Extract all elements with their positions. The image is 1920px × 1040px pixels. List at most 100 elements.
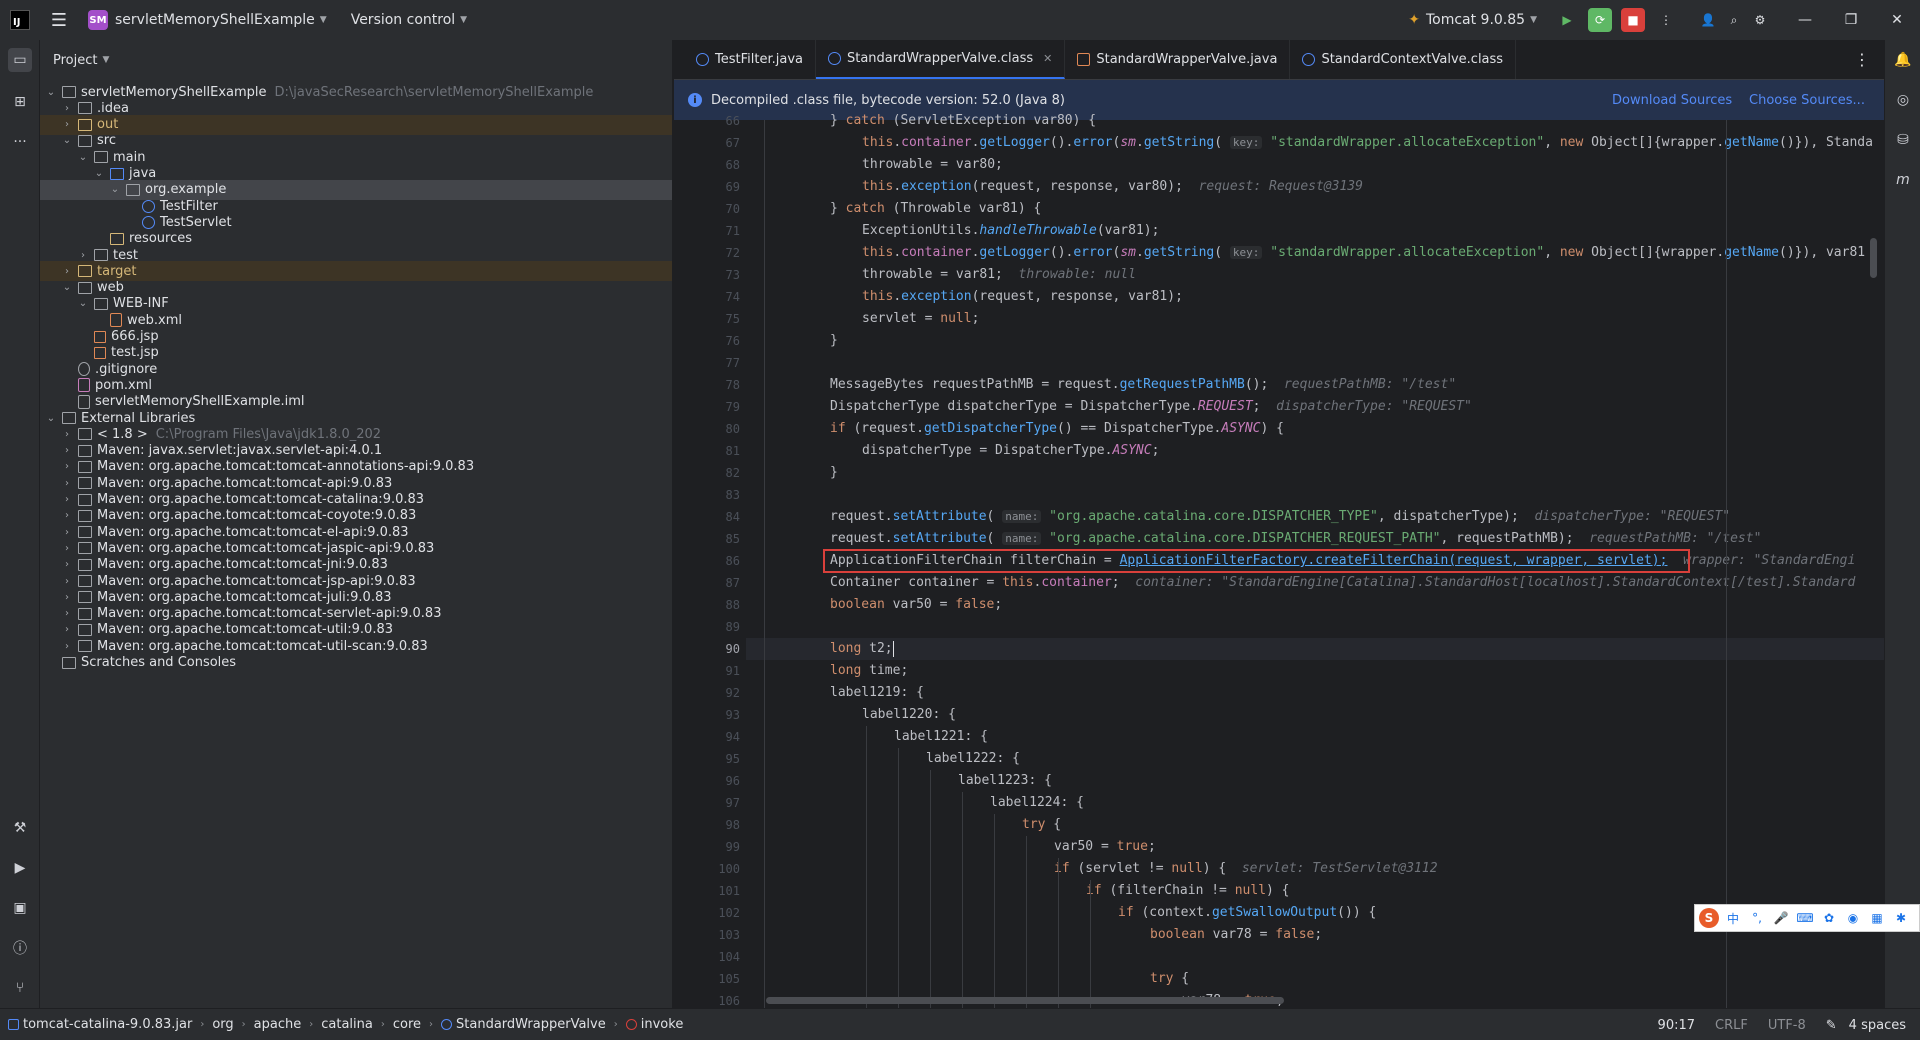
chevron-right-icon[interactable]: › (60, 119, 74, 130)
chevron-right-icon[interactable]: › (60, 592, 74, 603)
line-number[interactable]: 95 (674, 748, 746, 770)
chevron-right-icon[interactable]: › (60, 429, 74, 440)
services-tool-icon[interactable]: ▶ (8, 856, 32, 880)
line-number[interactable]: 79 (674, 396, 746, 418)
chevron-down-icon[interactable]: ▼ (102, 55, 109, 65)
more-icon[interactable]: ⋮ (1654, 8, 1678, 32)
sogou-logo-icon[interactable]: S (1699, 908, 1719, 928)
chevron-right-icon[interactable]: › (60, 527, 74, 538)
keyboard-icon[interactable]: ⌨ (1795, 908, 1815, 928)
chevron-right-icon[interactable]: › (60, 576, 74, 587)
version-control-menu[interactable]: Version control (351, 12, 455, 28)
breadcrumb-item[interactable]: catalina (321, 1017, 373, 1032)
breadcrumb-item[interactable]: tomcat-catalina-9.0.83.jar (23, 1017, 192, 1032)
code-line[interactable]: if (request.getDispatcherType() == Dispa… (830, 418, 1284, 440)
code-line[interactable]: servlet = null; (862, 308, 979, 330)
add-user-icon[interactable]: 👤 (1696, 8, 1720, 32)
caret-position[interactable]: 90:17 (1658, 1018, 1695, 1033)
line-number[interactable]: 75 (674, 308, 746, 330)
line-number[interactable]: 66 (674, 110, 746, 132)
tabs-more-icon[interactable]: ⋮ (1854, 50, 1870, 69)
line-number[interactable]: 85 (674, 528, 746, 550)
code-line[interactable]: throwable = var81; throwable: null (862, 264, 1136, 286)
chevron-right-icon[interactable]: › (60, 103, 74, 114)
line-number[interactable]: 68 (674, 154, 746, 176)
code-line[interactable]: label1221: { (894, 726, 988, 748)
line-number[interactable]: 73 (674, 264, 746, 286)
line-number[interactable]: 91 (674, 660, 746, 682)
chevron-down-icon[interactable]: ▼ (320, 15, 327, 25)
line-separator[interactable]: CRLF (1715, 1018, 1748, 1033)
stop-icon[interactable]: ■ (1621, 8, 1645, 32)
readonly-icon[interactable]: ✎ (1826, 1018, 1837, 1033)
code-line[interactable]: boolean var78 = false; (1150, 924, 1322, 946)
chevron-right-icon[interactable]: › (60, 543, 74, 554)
chevron-right-icon[interactable]: › (60, 478, 74, 489)
skin-icon[interactable]: ✿ (1819, 908, 1839, 928)
chevron-down-icon[interactable]: ▼ (460, 15, 467, 25)
ime-chinese-mode[interactable]: 中 (1723, 908, 1743, 928)
line-number[interactable]: 84 (674, 506, 746, 528)
chevron-down-icon[interactable]: ⌄ (76, 298, 90, 309)
editor-tab[interactable]: TestFilter.java (684, 40, 816, 79)
code-line[interactable]: dispatcherType = DispatcherType.ASYNC; (862, 440, 1159, 462)
code-line[interactable]: ExceptionUtils.handleThrowable(var81); (862, 220, 1159, 242)
code-line[interactable]: this.exception(request, response, var80)… (862, 176, 1363, 198)
ime-punctuation[interactable]: °, (1747, 908, 1767, 928)
editor-tab[interactable]: StandardContextValve.class (1290, 40, 1517, 79)
line-number[interactable]: 106 (674, 990, 746, 1008)
code-line[interactable]: var50 = true; (1054, 836, 1156, 858)
code-line[interactable]: } (830, 462, 838, 484)
line-number[interactable]: 96 (674, 770, 746, 792)
code-line[interactable]: } catch (Throwable var81) { (830, 198, 1041, 220)
chevron-down-icon[interactable]: ▼ (1530, 15, 1537, 25)
line-number[interactable]: 93 (674, 704, 746, 726)
line-number[interactable]: 97 (674, 792, 746, 814)
code-line[interactable]: label1220: { (862, 704, 956, 726)
file-encoding[interactable]: UTF-8 (1768, 1018, 1806, 1033)
git-tool-icon[interactable]: ⑂ (8, 976, 32, 1000)
code-line[interactable]: } catch (ServletException var80) { (830, 110, 1096, 132)
close-tab-icon[interactable]: ✕ (1043, 52, 1052, 65)
breadcrumb-item[interactable]: apache (254, 1017, 302, 1032)
code-line[interactable]: if (filterChain != null) { (1086, 880, 1290, 902)
code-line[interactable]: try { (1022, 814, 1061, 836)
restore-button[interactable]: ❐ (1828, 12, 1874, 28)
code-line[interactable]: request.setAttribute( name: "org.apache.… (830, 528, 1761, 550)
code-line[interactable]: this.container.getLogger().error(sm.getS… (862, 242, 1865, 264)
problems-tool-icon[interactable]: ⓘ (8, 936, 32, 960)
code-line[interactable]: } (830, 330, 838, 352)
code-line[interactable]: boolean var50 = false; (830, 594, 1002, 616)
line-number[interactable]: 90 (674, 638, 746, 660)
project-panel-title[interactable]: Project (53, 53, 97, 68)
chevron-down-icon[interactable]: ⌄ (92, 168, 106, 179)
line-number[interactable]: 88 (674, 594, 746, 616)
line-number[interactable]: 92 (674, 682, 746, 704)
code-line[interactable]: DispatcherType dispatcherType = Dispatch… (830, 396, 1472, 418)
chevron-down-icon[interactable]: ⌄ (44, 413, 58, 424)
line-number[interactable]: 78 (674, 374, 746, 396)
project-tool-icon[interactable]: ▭ (8, 48, 32, 72)
debug-icon[interactable]: ⟳ (1588, 8, 1612, 32)
line-number[interactable]: 71 (674, 220, 746, 242)
chevron-right-icon[interactable]: › (60, 608, 74, 619)
database-icon[interactable]: ⛁ (1891, 128, 1915, 152)
line-number[interactable]: 82 (674, 462, 746, 484)
editor-tab[interactable]: StandardWrapperValve.class ✕ (815, 40, 1066, 79)
chevron-right-icon[interactable]: › (60, 641, 74, 652)
ime-gear-icon[interactable]: ✱ (1891, 908, 1911, 928)
code-line[interactable]: label1222: { (926, 748, 1020, 770)
code-line[interactable]: MessageBytes requestPathMB = request.get… (830, 374, 1456, 396)
line-number[interactable]: 70 (674, 198, 746, 220)
chevron-right-icon[interactable]: › (60, 266, 74, 277)
microphone-icon[interactable]: 🎤 (1771, 908, 1791, 928)
chevron-down-icon[interactable]: ⌄ (44, 87, 58, 98)
code-area[interactable]: 66 67 68 69 70 71 72 73 74 75 76 77 78 79 80 81 82 83 84 85… (674, 113, 1884, 1008)
code-line[interactable]: long t2; (830, 638, 894, 660)
line-number[interactable]: 76 (674, 330, 746, 352)
code-line[interactable]: long time; (830, 660, 908, 682)
horizontal-scrollbar[interactable] (766, 997, 1284, 1004)
main-menu-icon[interactable]: ☰ (44, 5, 74, 35)
breadcrumb-item[interactable]: StandardWrapperValve (456, 1017, 606, 1032)
intellij-logo[interactable]: IJ (10, 10, 30, 30)
